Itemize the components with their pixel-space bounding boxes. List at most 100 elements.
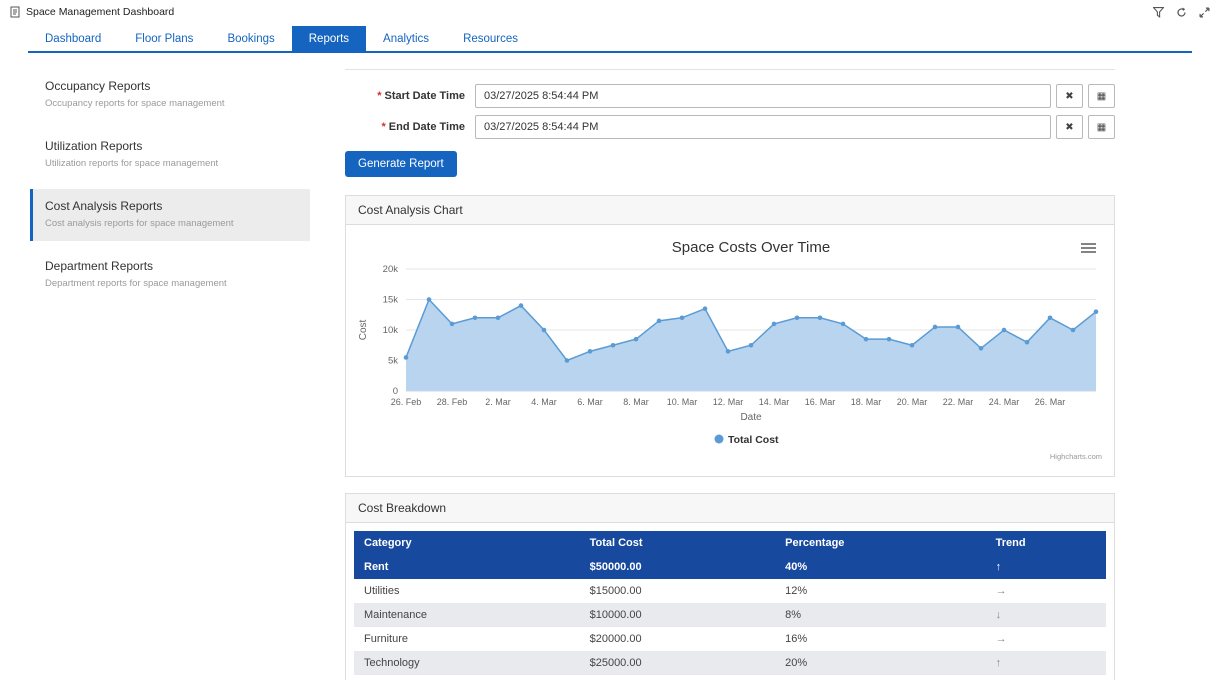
start-date-label: *Start Date Time xyxy=(345,90,465,102)
clear-icon: ✖ xyxy=(1065,91,1073,102)
svg-text:Total Cost: Total Cost xyxy=(728,434,779,446)
data-point-marker[interactable] xyxy=(496,316,501,321)
data-point-marker[interactable] xyxy=(473,316,478,321)
cell-total-cost: $10000.00 xyxy=(580,675,776,680)
tab-resources[interactable]: Resources xyxy=(446,26,535,51)
start-date-calendar-button[interactable]: ▦ xyxy=(1088,84,1115,108)
tab-reports[interactable]: Reports xyxy=(292,26,366,51)
data-point-marker[interactable] xyxy=(795,316,800,321)
end-date-input[interactable] xyxy=(475,115,1051,139)
data-point-marker[interactable] xyxy=(910,343,915,348)
app-title: Space Management Dashboard xyxy=(26,6,174,18)
content: *Start Date Time ✖ ▦ *End Date Time ✖ ▦ … xyxy=(345,69,1115,680)
chart-panel-title: Cost Analysis Chart xyxy=(346,196,1114,225)
data-point-marker[interactable] xyxy=(1071,328,1076,333)
sidebar-item-title: Utilization Reports xyxy=(45,139,298,153)
sidebar-item-occupancy-reports[interactable]: Occupancy Reports Occupancy reports for s… xyxy=(30,69,310,121)
svg-text:18. Mar: 18. Mar xyxy=(851,397,882,407)
tab-bookings[interactable]: Bookings xyxy=(210,26,291,51)
svg-text:4. Mar: 4. Mar xyxy=(531,397,557,407)
svg-text:5k: 5k xyxy=(388,356,398,367)
cell-trend: ↓ xyxy=(986,603,1106,627)
svg-text:26. Mar: 26. Mar xyxy=(1035,397,1066,407)
data-point-marker[interactable] xyxy=(542,328,547,333)
table-row-furniture[interactable]: Furniture$20000.0016%→ xyxy=(354,627,1106,651)
data-point-marker[interactable] xyxy=(864,337,869,342)
data-point-marker[interactable] xyxy=(818,316,823,321)
tab-analytics[interactable]: Analytics xyxy=(366,26,446,51)
table-row-maintenance[interactable]: Maintenance$10000.008%↓ xyxy=(354,603,1106,627)
data-point-marker[interactable] xyxy=(565,358,570,363)
y-axis-label: Cost xyxy=(358,319,369,340)
data-point-marker[interactable] xyxy=(427,297,432,302)
table-row-other[interactable]: Other$10000.004%→ xyxy=(354,675,1106,680)
data-point-marker[interactable] xyxy=(680,316,685,321)
svg-text:2. Mar: 2. Mar xyxy=(485,397,511,407)
tab-dashboard[interactable]: Dashboard xyxy=(28,26,118,51)
sidebar-item-cost-analysis-reports[interactable]: Cost Analysis ReportsCost analysis repor… xyxy=(30,189,310,241)
svg-text:6. Mar: 6. Mar xyxy=(577,397,603,407)
cell-trend: ↑ xyxy=(986,651,1106,675)
cell-trend: → xyxy=(986,627,1106,651)
end-date-clear-button[interactable]: ✖ xyxy=(1056,115,1083,139)
data-point-marker[interactable] xyxy=(657,319,662,324)
expand-icon[interactable] xyxy=(1199,7,1210,18)
cell-total-cost: $20000.00 xyxy=(580,627,776,651)
sidebar-item-subtitle: Department reports for space management xyxy=(45,278,298,289)
app-window: Space Management Dashboard DashboardFloo… xyxy=(0,0,1220,680)
data-point-marker[interactable] xyxy=(450,322,455,327)
cell-trend: → xyxy=(986,675,1106,680)
start-date-input[interactable] xyxy=(475,84,1051,108)
chart-menu-icon[interactable] xyxy=(1081,244,1096,252)
sidebar-item-title: Occupancy Reports xyxy=(45,79,298,93)
sidebar-item-utilization-reports[interactable]: Utilization ReportsUtilization reports f… xyxy=(30,129,310,181)
main-area: Occupancy Reports Occupancy reports for s… xyxy=(0,53,1220,680)
cell-total-cost: $10000.00 xyxy=(580,603,776,627)
sidebar: Occupancy Reports Occupancy reports for s… xyxy=(30,69,310,680)
data-point-marker[interactable] xyxy=(1002,328,1007,333)
data-point-marker[interactable] xyxy=(611,343,616,348)
svg-text:0: 0 xyxy=(393,386,398,397)
cell-percentage: 12% xyxy=(775,579,986,603)
data-point-marker[interactable] xyxy=(634,337,639,342)
data-point-marker[interactable] xyxy=(519,303,524,308)
sidebar-item-subtitle: Occupancy reports for space management xyxy=(45,98,298,109)
data-point-marker[interactable] xyxy=(726,349,731,354)
report-form: *Start Date Time ✖ ▦ *End Date Time ✖ ▦ … xyxy=(345,69,1115,195)
data-point-marker[interactable] xyxy=(404,355,409,360)
sidebar-item-department-reports[interactable]: Department ReportsDepartment reports for… xyxy=(30,249,310,301)
cost-analysis-chart-panel: Cost Analysis Chart 05k10k15k20k26. Feb2… xyxy=(345,195,1115,477)
cell-percentage: 16% xyxy=(775,627,986,651)
filter-icon[interactable] xyxy=(1153,7,1164,18)
table-row-rent[interactable]: Rent$50000.0040%↑ xyxy=(354,555,1106,579)
data-point-marker[interactable] xyxy=(1048,316,1053,321)
cell-category: Utilities xyxy=(354,579,580,603)
sidebar-item-title: Cost Analysis Reports xyxy=(45,199,298,213)
generate-report-button[interactable]: Generate Report xyxy=(345,151,457,177)
cost-chart: 05k10k15k20k26. Feb28. Feb2. Mar4. Mar6.… xyxy=(354,233,1106,463)
svg-text:10k: 10k xyxy=(383,325,399,336)
data-point-marker[interactable] xyxy=(956,325,961,330)
data-point-marker[interactable] xyxy=(933,325,938,330)
calendar-icon: ▦ xyxy=(1097,122,1106,133)
data-point-marker[interactable] xyxy=(772,322,777,327)
table-row-technology[interactable]: Technology$25000.0020%↑ xyxy=(354,651,1106,675)
start-date-clear-button[interactable]: ✖ xyxy=(1056,84,1083,108)
data-point-marker[interactable] xyxy=(841,322,846,327)
data-point-marker[interactable] xyxy=(749,343,754,348)
data-point-marker[interactable] xyxy=(887,337,892,342)
chart-credits[interactable]: Highcharts.com xyxy=(1050,452,1102,461)
data-point-marker[interactable] xyxy=(1094,309,1099,314)
table-header-row: CategoryTotal CostPercentageTrend xyxy=(354,531,1106,555)
chart-panel-body: 05k10k15k20k26. Feb28. Feb2. Mar4. Mar6.… xyxy=(346,225,1114,476)
data-point-marker[interactable] xyxy=(979,346,984,351)
data-point-marker[interactable] xyxy=(703,306,708,311)
data-point-marker[interactable] xyxy=(1025,340,1030,345)
column-header-category: Category xyxy=(354,531,580,555)
end-date-calendar-button[interactable]: ▦ xyxy=(1088,115,1115,139)
refresh-icon[interactable] xyxy=(1176,7,1187,18)
data-point-marker[interactable] xyxy=(588,349,593,354)
tab-floor-plans[interactable]: Floor Plans xyxy=(118,26,210,51)
table-row-utilities[interactable]: Utilities$15000.0012%→ xyxy=(354,579,1106,603)
legend[interactable]: Total Cost xyxy=(715,434,780,446)
